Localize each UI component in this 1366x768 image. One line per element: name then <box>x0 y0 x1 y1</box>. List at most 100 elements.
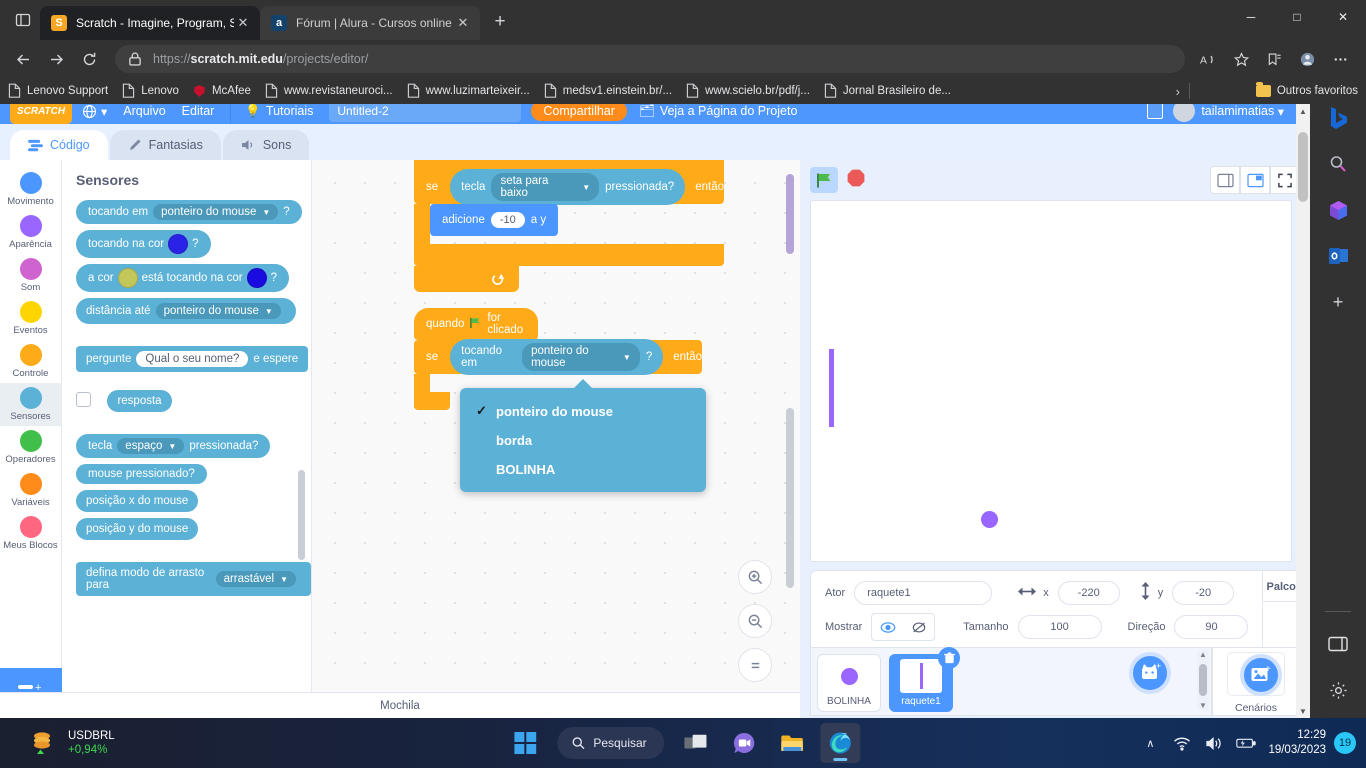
block-dropdown[interactable]: arrastável ▼ <box>215 571 296 587</box>
office-icon[interactable] <box>1322 194 1354 226</box>
condition-key-pressed[interactable]: tecla seta para baixo ▼ pressionada? <box>450 169 686 205</box>
color-swatch[interactable] <box>117 268 138 288</box>
scroll-down-icon[interactable]: ▼ <box>1296 704 1310 718</box>
menu-arquivo[interactable]: Arquivo <box>123 104 165 118</box>
add-icon[interactable]: + <box>1322 286 1354 318</box>
block-dropdown[interactable]: espaço ▼ <box>117 438 185 454</box>
block-change-y-by[interactable]: adicione -10 a y <box>430 204 559 236</box>
zoom-in-icon[interactable] <box>738 560 772 594</box>
delete-sprite-icon[interactable] <box>938 647 960 669</box>
minimize-button[interactable]: ─ <box>1228 0 1274 34</box>
meet-icon[interactable] <box>725 723 765 763</box>
hide-icon[interactable] <box>903 614 934 640</box>
key-dropdown[interactable]: seta para baixo ▼ <box>491 173 600 201</box>
bing-icon[interactable] <box>1322 102 1354 134</box>
category-variaveis[interactable]: Variáveis <box>0 469 62 512</box>
settings-icon[interactable] <box>1322 674 1354 706</box>
tab-search-icon[interactable] <box>6 3 40 37</box>
add-sprite-circle[interactable]: + <box>1129 652 1171 694</box>
outlook-icon[interactable] <box>1322 240 1354 272</box>
monitor-checkbox[interactable] <box>76 392 91 408</box>
block-touching[interactable]: tocando em ponteiro do mouse ▼ ? <box>76 200 302 224</box>
more-options-icon[interactable] <box>1325 44 1355 74</box>
close-tab-icon[interactable]: ✕ <box>234 14 252 32</box>
zoom-reset-icon[interactable] <box>738 648 772 682</box>
block-ask-and-wait[interactable]: pergunte Qual o seu nome? e espere <box>76 346 309 372</box>
canvas-vertical-scroll-top[interactable] <box>786 174 794 254</box>
edge-icon[interactable] <box>820 723 861 763</box>
tab-sons[interactable]: Sons <box>222 130 310 160</box>
add-backdrop-button[interactable]: + <box>1240 654 1282 696</box>
category-operadores[interactable]: Operadores <box>0 426 62 469</box>
new-tab-button[interactable]: + <box>486 8 514 36</box>
share-button[interactable]: Compartilhar <box>531 104 627 121</box>
block-dropdown[interactable]: ponteiro do mouse ▼ <box>155 303 281 319</box>
close-window-button[interactable]: ✕ <box>1320 0 1366 34</box>
browser-tab-scratch[interactable]: S Scratch - Imagine, Program, Shar ✕ <box>40 6 260 40</box>
block-set-drag-mode[interactable]: defina modo de arrasto para arrastável ▼ <box>76 562 311 596</box>
repeat-block-footer[interactable] <box>414 266 519 292</box>
size-input[interactable]: 100 <box>1017 615 1102 639</box>
tab-codigo[interactable]: Código <box>10 130 108 160</box>
text-input[interactable]: Qual o seu nome? <box>136 351 249 367</box>
block-palette[interactable]: Sensores tocando em ponteiro do mouse ▼ ?… <box>62 160 312 718</box>
notification-badge[interactable]: 19 <box>1334 732 1356 754</box>
stop-button[interactable] <box>846 168 866 193</box>
category-meus-blocos[interactable]: Meus Blocos <box>0 512 62 555</box>
category-movimento[interactable]: Movimento <box>0 168 62 211</box>
split-screen-icon[interactable] <box>1322 628 1354 660</box>
sprite-raquete1-on-stage[interactable] <box>829 349 834 427</box>
bookmark-item[interactable]: www.luzimarteixeir... <box>407 83 530 99</box>
scroll-up-icon[interactable]: ▲ <box>1199 650 1207 659</box>
browser-tab-alura[interactable]: a Fórum | Alura - Cursos online de ✕ <box>260 6 480 40</box>
block-mouse-y[interactable]: posição y do mouse <box>76 518 199 540</box>
file-explorer-icon[interactable] <box>773 723 813 763</box>
maximize-button[interactable]: □ <box>1274 0 1320 34</box>
if-block-header[interactable]: se tecla seta para baixo ▼ pressionada? e… <box>414 169 724 205</box>
touching-target-dropdown-menu[interactable]: ✓ ponteiro do mouse borda BOLINHA <box>460 379 706 492</box>
bookmark-item[interactable]: Lenovo <box>122 83 179 99</box>
menu-editar[interactable]: Editar <box>182 104 215 118</box>
dropdown-option-borda[interactable]: borda <box>460 426 706 455</box>
code-canvas[interactable]: se tecla seta para baixo ▼ pressionada? e… <box>312 160 800 718</box>
canvas-vertical-scrollbar[interactable] <box>786 408 794 588</box>
other-favorites-button[interactable]: Outros favoritos <box>1255 82 1358 97</box>
category-aparencia[interactable]: Aparência <box>0 211 62 254</box>
block-distance-to[interactable]: distância até ponteiro do mouse ▼ <box>76 298 296 324</box>
project-page-button[interactable]: 🗂 Veja a Página do Projeto <box>639 104 797 119</box>
touching-target-dropdown[interactable]: ponteiro do mouse ▼ <box>522 343 640 371</box>
address-bar[interactable]: https://scratch.mit.edu/projects/editor/ <box>115 45 1185 73</box>
page-scrollbar[interactable]: ▲ ▼ <box>1296 104 1310 718</box>
bookmark-item[interactable]: www.scielo.br/pdf/j... <box>686 83 810 99</box>
bookmark-item[interactable]: Jornal Brasileiro de... <box>824 83 951 99</box>
y-input[interactable]: -20 <box>1172 581 1235 605</box>
close-tab-icon[interactable]: ✕ <box>454 14 472 32</box>
bookmark-item[interactable]: www.revistaneuroci... <box>265 83 393 99</box>
language-selector[interactable]: ▾ <box>82 104 107 119</box>
sprite-name-input[interactable]: raquete1 <box>854 581 993 605</box>
block-mouse-down[interactable]: mouse pressionado? <box>76 464 207 484</box>
block-touching-color[interactable]: tocando na cor ? <box>76 230 211 258</box>
username-menu[interactable]: tailamimatias ▾ <box>1201 104 1284 119</box>
sprite-list-scrollbar[interactable]: ▲ ▼ <box>1197 650 1209 710</box>
bookmark-item[interactable]: McAfee <box>193 84 251 98</box>
bookmark-item[interactable]: medsv1.einstein.br/... <box>544 83 672 99</box>
forward-icon[interactable] <box>41 44 71 74</box>
block-dropdown[interactable]: ponteiro do mouse ▼ <box>153 204 279 220</box>
avatar[interactable] <box>1173 104 1196 122</box>
scratch-logo[interactable]: SCRATCH <box>10 104 72 124</box>
back-icon[interactable] <box>8 44 38 74</box>
zoom-out-icon[interactable] <box>738 604 772 638</box>
dropdown-option-bolinha[interactable]: BOLINHA <box>460 455 706 484</box>
search-icon[interactable] <box>1322 148 1354 180</box>
large-stage-icon[interactable] <box>1240 166 1270 194</box>
script2-if-block-header[interactable]: se tocando em ponteiro do mouse ▼ ? então <box>414 339 702 375</box>
reload-icon[interactable] <box>74 44 104 74</box>
hat-when-flag-clicked[interactable]: quando for clicado <box>414 308 538 340</box>
stage[interactable] <box>810 200 1292 562</box>
category-eventos[interactable]: Eventos <box>0 297 62 340</box>
menu-tutoriais[interactable]: 💡 Tutoriais <box>245 104 313 119</box>
green-flag-button[interactable] <box>810 167 838 193</box>
scroll-thumb[interactable] <box>1199 664 1207 696</box>
backpack-bar[interactable]: Mochila <box>0 692 800 718</box>
